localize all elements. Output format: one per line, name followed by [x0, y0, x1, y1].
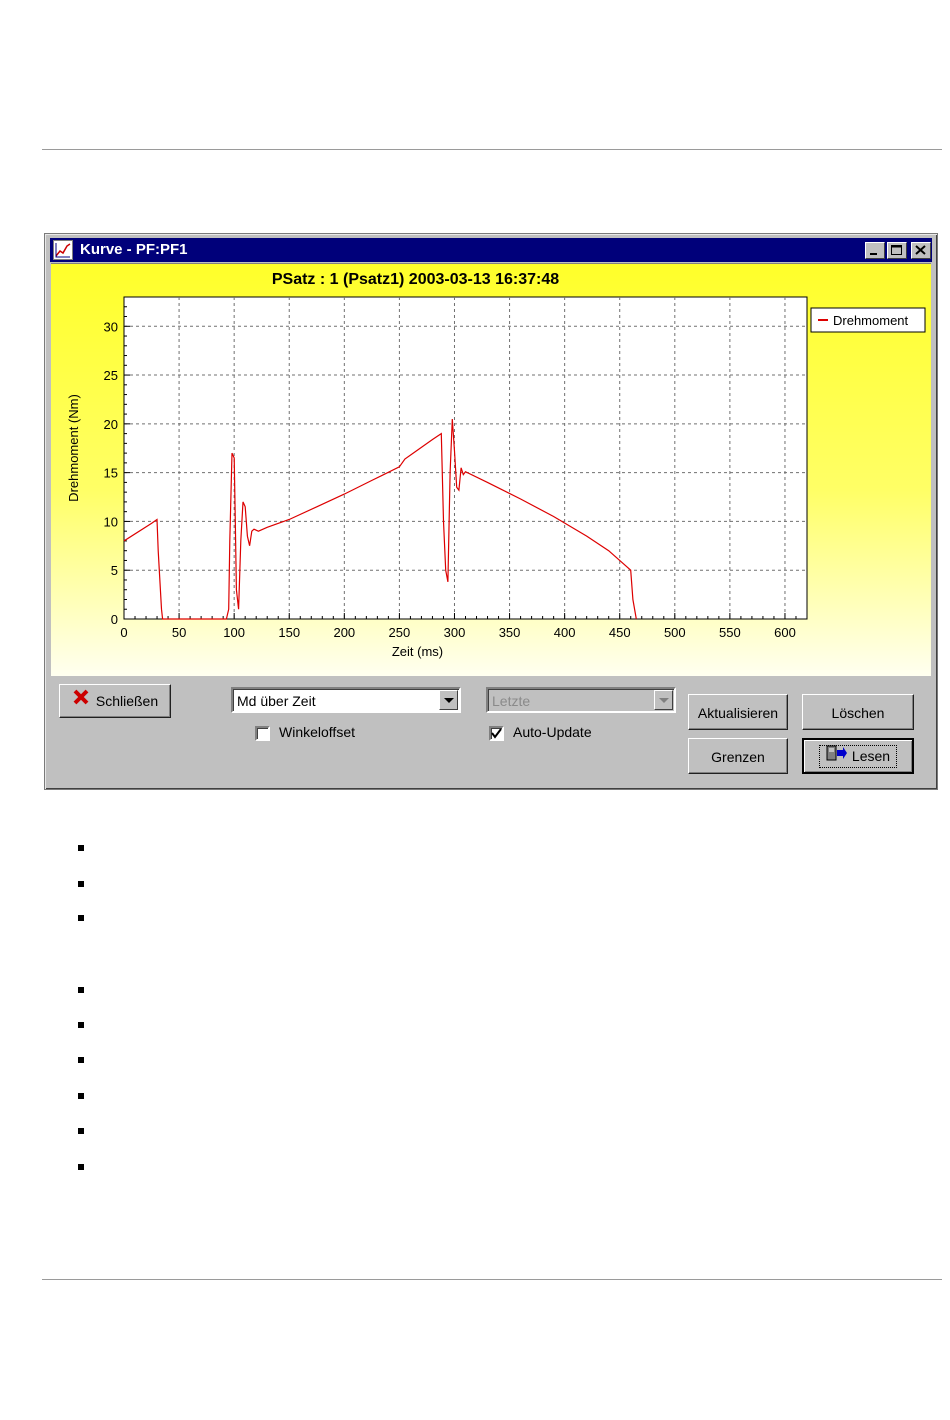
- list-item: [78, 1128, 84, 1134]
- list-item: [78, 1057, 84, 1063]
- loeschen-label: Löschen: [831, 705, 885, 721]
- winkeloffset-label: Winkeloffset: [279, 724, 355, 740]
- aktualisieren-label: Aktualisieren: [697, 705, 779, 721]
- x-tick-label: 500: [664, 625, 686, 640]
- loeschen-button[interactable]: Löschen: [802, 694, 914, 730]
- x-close-icon: [72, 685, 90, 717]
- winkeloffset-checkbox[interactable]: [255, 726, 270, 741]
- letzte-select-value: Letzte: [492, 693, 531, 709]
- window-title: Kurve - PF:PF1: [80, 241, 188, 258]
- top-divider: [42, 149, 942, 150]
- bottom-divider: [42, 1279, 942, 1280]
- list-item: [78, 1022, 84, 1028]
- y-tick-label: 10: [104, 514, 118, 529]
- schliessen-button[interactable]: Schließen: [59, 684, 171, 718]
- list-item: [78, 1093, 84, 1099]
- x-tick-label: 300: [444, 625, 466, 640]
- grenzen-button[interactable]: Grenzen: [688, 738, 788, 774]
- x-tick-label: 400: [554, 625, 576, 640]
- y-tick-label: 5: [111, 563, 118, 578]
- x-axis-label: Zeit (ms): [392, 644, 443, 659]
- x-tick-label: 350: [499, 625, 521, 640]
- chart-panel: 0 50 100 150 200 250 300 350 400 450 500 550 600 0 5 10…: [51, 263, 931, 676]
- chart-app-icon: [53, 240, 73, 260]
- x-tick-label: 100: [223, 625, 245, 640]
- list-item: [78, 915, 84, 921]
- x-tick-label: 600: [774, 625, 796, 640]
- x-tick-label: 450: [609, 625, 631, 640]
- minimize-button[interactable]: [865, 242, 885, 259]
- y-axis-label: Drehmoment (Nm): [66, 394, 81, 502]
- y-tick-label: 30: [104, 319, 118, 334]
- y-tick-label: 20: [104, 417, 118, 432]
- lesen-label: Lesen: [851, 748, 891, 764]
- auto-update-label: Auto-Update: [513, 724, 592, 740]
- auto-update-checkbox[interactable]: [489, 726, 504, 741]
- checkmark-icon: [491, 728, 502, 739]
- title-bar[interactable]: Kurve - PF:PF1: [50, 238, 932, 262]
- list-item: [78, 881, 84, 887]
- x-tick-label: 150: [278, 625, 300, 640]
- x-tick-label: 200: [333, 625, 355, 640]
- list-item: [78, 1164, 84, 1170]
- curve-window: Kurve - PF:PF1 0 50 100 150 200 250 300 350 400 4…: [44, 233, 938, 790]
- read-device-icon: [826, 744, 848, 767]
- view-select[interactable]: Md über Zeit: [231, 687, 461, 713]
- chevron-down-icon[interactable]: [439, 690, 458, 710]
- y-tick-label: 0: [111, 612, 118, 627]
- maximize-button[interactable]: [887, 242, 907, 259]
- list-item: [78, 987, 84, 993]
- legend-label: Drehmoment: [833, 313, 909, 328]
- list-item: [78, 845, 84, 851]
- close-window-button[interactable]: [911, 242, 931, 259]
- chevron-down-icon[interactable]: [654, 690, 673, 710]
- schliessen-label: Schließen: [95, 693, 159, 709]
- x-tick-label: 50: [172, 625, 186, 640]
- y-tick-label: 25: [104, 368, 118, 383]
- chart-title: PSatz : 1 (Psatz1) 2003-03-13 16:37:48: [272, 271, 559, 288]
- letzte-select[interactable]: Letzte: [486, 687, 676, 713]
- x-tick-label: 550: [719, 625, 741, 640]
- torque-chart: 0 50 100 150 200 250 300 350 400 450 500 550 600 0 5 10…: [66, 271, 926, 659]
- view-select-value: Md über Zeit: [237, 693, 316, 709]
- aktualisieren-button[interactable]: Aktualisieren: [688, 694, 788, 730]
- y-tick-label: 15: [104, 466, 118, 481]
- grenzen-label: Grenzen: [711, 749, 765, 765]
- x-tick-label: 0: [120, 625, 127, 640]
- x-tick-label: 250: [389, 625, 411, 640]
- lesen-button[interactable]: Lesen: [802, 738, 914, 774]
